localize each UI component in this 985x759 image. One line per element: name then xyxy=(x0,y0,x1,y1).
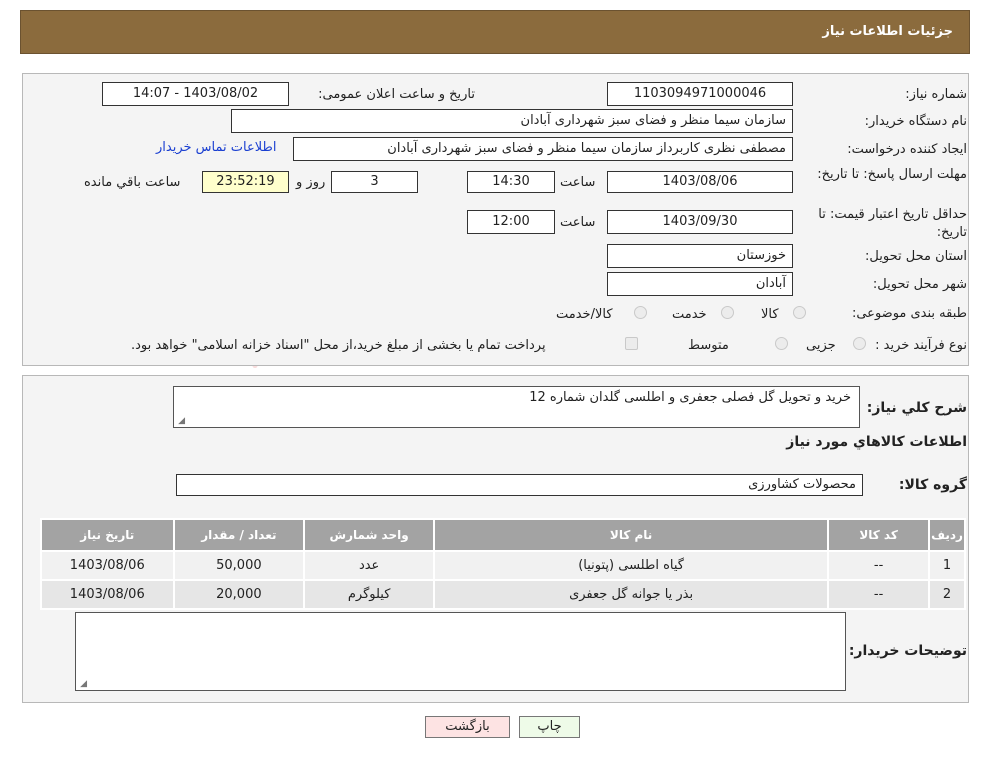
process-radio-partial[interactable] xyxy=(853,337,866,350)
category-option-goods: کالا xyxy=(761,307,779,322)
cell-item-name: بذر یا جوانه گل جعفری xyxy=(433,579,830,610)
cell-item-name: گیاه اطلسی (پتونیا) xyxy=(433,550,830,581)
remaining-time-label: ساعت باقي مانده xyxy=(84,175,181,190)
cell-row-number: 2 xyxy=(928,579,966,610)
description-field: خرید و تحویل گل فصلی جعفری و اطلسی گلدان… xyxy=(173,386,860,428)
cell-need-date: 1403/08/06 xyxy=(40,579,175,610)
category-radio-goods-service[interactable] xyxy=(634,306,647,319)
city-label: شهر محل تحویل: xyxy=(872,277,967,292)
cell-need-date: 1403/08/06 xyxy=(40,550,175,581)
cell-row-number: 1 xyxy=(928,550,966,581)
goods-group-label: گروه کالا: xyxy=(898,477,967,493)
requester-field: مصطفی نظری کاربرداز سازمان سیما منظر و ف… xyxy=(293,137,793,161)
deadline-time-label: ساعت xyxy=(560,175,596,190)
province-label: استان محل تحویل: xyxy=(865,249,967,264)
cell-item-code: -- xyxy=(827,579,931,610)
cell-item-code: -- xyxy=(827,550,931,581)
table-row: 1 -- گیاه اطلسی (پتونیا) عدد 50,000 1403… xyxy=(40,550,966,581)
col-need-date: تاریخ نیاز xyxy=(40,518,175,552)
announce-date-label: تاریخ و ساعت اعلان عمومی: xyxy=(318,87,475,102)
goods-group-field: محصولات کشاورزی xyxy=(176,474,863,496)
price-validity-time-label: ساعت xyxy=(560,215,596,230)
remaining-time-field: 23:52:19 xyxy=(202,171,289,193)
table-row: 2 -- بذر یا جوانه گل جعفری کیلوگرم 20,00… xyxy=(40,579,966,610)
days-label: روز و xyxy=(296,175,326,190)
cell-quantity: 20,000 xyxy=(172,579,306,610)
category-label: طبقه بندی موضوعی: xyxy=(851,306,967,321)
description-text: خرید و تحویل گل فصلی جعفری و اطلسی گلدان… xyxy=(529,390,851,405)
back-button[interactable]: بازگشت xyxy=(425,716,510,738)
cell-quantity: 50,000 xyxy=(172,550,306,581)
announce-date-field: 1403/08/02 - 14:07 xyxy=(102,82,289,106)
price-validity-time-field: 12:00 xyxy=(467,210,555,234)
description-label: شرح کلي نياز: xyxy=(866,400,967,416)
need-number-label: شماره نیاز: xyxy=(905,87,967,102)
col-item-name: نام کالا xyxy=(433,518,830,552)
process-option-partial: جزیی xyxy=(806,338,836,353)
col-quantity: تعداد / مقدار xyxy=(172,518,306,552)
process-type-label: نوع فرآیند خرید : xyxy=(875,338,967,353)
cell-unit: عدد xyxy=(303,550,436,581)
buyer-org-label: نام دستگاه خریدار: xyxy=(864,114,967,129)
print-button[interactable]: چاپ xyxy=(519,716,580,738)
city-field: آبادان xyxy=(607,272,793,296)
category-radio-goods[interactable] xyxy=(793,306,806,319)
page-title: جزئیات اطلاعات نیاز xyxy=(822,24,953,39)
process-option-medium: متوسط xyxy=(688,338,729,353)
page-header: جزئیات اطلاعات نیاز xyxy=(20,10,970,54)
col-item-code: کد کالا xyxy=(827,518,931,552)
deadline-time-field: 14:30 xyxy=(467,171,555,193)
days-remaining-field: 3 xyxy=(331,171,418,193)
resize-grip-icon[interactable]: ◢ xyxy=(79,680,87,689)
deadline-date-field: 1403/08/06 xyxy=(607,171,793,193)
buyer-contact-link[interactable]: اطلاعات تماس خریدار xyxy=(156,140,276,155)
col-row-number: ردیف xyxy=(928,518,966,552)
cell-unit: کیلوگرم xyxy=(303,579,436,610)
payment-note: پرداخت تمام یا بخشی از مبلغ خرید،از محل … xyxy=(131,338,546,353)
province-field: خوزستان xyxy=(607,244,793,268)
price-validity-date-field: 1403/09/30 xyxy=(607,210,793,234)
buyer-notes-field: ◢ xyxy=(75,612,846,691)
resize-grip-icon[interactable]: ◢ xyxy=(177,417,185,426)
category-option-service: خدمت xyxy=(672,307,707,322)
goods-table: ردیف کد کالا نام کالا واحد شمارش تعداد /… xyxy=(40,518,966,610)
category-option-goods-service: کالا/خدمت xyxy=(556,307,613,322)
process-radio-medium[interactable] xyxy=(775,337,788,350)
deadline-label: مهلت ارسال پاسخ: تا تاریخ: xyxy=(817,167,967,182)
buyer-org-field: سازمان سیما منظر و فضای سبز شهرداری آباد… xyxy=(231,109,793,133)
payment-checkbox[interactable] xyxy=(625,337,638,350)
category-radio-service[interactable] xyxy=(721,306,734,319)
goods-info-title: اطلاعات کالاهاي مورد نياز xyxy=(786,434,967,450)
table-header-row: ردیف کد کالا نام کالا واحد شمارش تعداد /… xyxy=(40,518,966,552)
col-unit: واحد شمارش xyxy=(303,518,436,552)
requester-label: ایجاد کننده درخواست: xyxy=(847,142,967,157)
buyer-notes-label: توضیحات خریدار: xyxy=(848,643,967,659)
price-validity-label: حداقل تاریخ اعتبار قیمت: تا تاریخ: xyxy=(818,207,967,240)
need-number-field: 1103094971000046 xyxy=(607,82,793,106)
